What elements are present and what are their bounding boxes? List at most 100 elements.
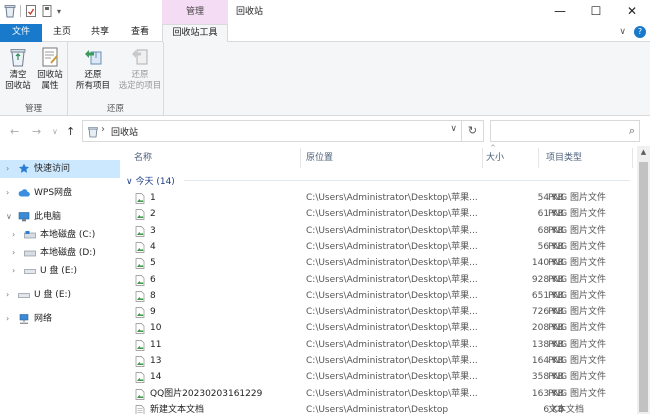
file-type: PNG 图片文件 (548, 290, 606, 301)
column-divider[interactable] (300, 148, 301, 168)
png-file-icon (135, 290, 145, 302)
help-icon[interactable]: ? (634, 26, 646, 38)
png-file-icon (135, 388, 145, 400)
tab-recycle-bin-tools[interactable]: 回收站工具 (162, 24, 228, 43)
computer-icon (18, 212, 30, 222)
expand-icon[interactable]: › (6, 184, 9, 202)
restore-all-label-2: 所有项目 (75, 81, 110, 91)
restore-selected-button[interactable]: 还原 选定的项目 (116, 46, 164, 92)
column-header-type[interactable]: 项目类型 (546, 148, 582, 168)
tab-share[interactable]: 共享 (82, 24, 118, 42)
title-bar: ▾ 管理 回收站 — ☐ ✕ (0, 0, 650, 24)
file-row[interactable]: 8 C:\Users\Administrator\Desktop\苹果... 651… (122, 288, 632, 304)
expand-icon[interactable]: › (12, 244, 15, 262)
tab-view[interactable]: 查看 (122, 24, 158, 42)
file-row[interactable]: 11 C:\Users\Administrator\Desktop\苹果... 13… (122, 337, 632, 353)
usb-drive-icon (24, 269, 36, 274)
recent-locations-button[interactable]: ∨ (52, 127, 58, 136)
group-header-today[interactable]: ∨ 今天 (14) (126, 174, 175, 187)
file-row[interactable]: 6 C:\Users\Administrator\Desktop\苹果... 928… (122, 272, 632, 288)
nav-label-wps-cloud: WPS网盘 (34, 188, 73, 198)
forward-button[interactable]: → (32, 125, 41, 138)
file-row[interactable]: 新建文本文档 C:\Users\Administrator\Desktop 6 KB… (122, 402, 632, 414)
back-button[interactable]: ← (10, 125, 19, 138)
file-original-location: C:\Users\Administrator\Desktop\苹果... (306, 274, 478, 285)
nav-item-drive-d[interactable]: › 本地磁盘 (D:) (0, 244, 120, 262)
expand-icon[interactable]: › (12, 262, 15, 280)
maximize-button[interactable]: ☐ (578, 0, 614, 24)
file-row[interactable]: 3 C:\Users\Administrator\Desktop\苹果... 68 … (122, 223, 632, 239)
column-header-location[interactable]: 原位置 (306, 148, 333, 168)
collapse-icon[interactable]: ∨ (6, 208, 12, 226)
column-divider[interactable] (538, 148, 539, 168)
nav-item-network[interactable]: › 网络 (0, 310, 120, 328)
recycle-bin-properties-button[interactable]: 回收站 属性 (34, 46, 66, 92)
search-icon: ⌕ (628, 124, 635, 137)
search-input[interactable]: ⌕ (490, 120, 640, 142)
sort-indicator-icon: ^ (490, 144, 496, 152)
up-button[interactable]: ↑ (66, 125, 75, 138)
vertical-scrollbar[interactable]: ▲ (637, 146, 650, 414)
png-file-icon (135, 209, 145, 221)
file-name: 14 (150, 372, 162, 383)
expand-icon[interactable]: › (6, 310, 9, 328)
ribbon-group-manage-label: 管理 (24, 104, 42, 114)
file-row[interactable]: 14 C:\Users\Administrator\Desktop\苹果... 35… (122, 369, 632, 385)
properties-label-2: 属性 (41, 81, 59, 91)
png-file-icon (135, 274, 145, 286)
minimize-button[interactable]: — (542, 0, 578, 24)
file-name: 1 (150, 193, 156, 203)
file-row[interactable]: 4 C:\Users\Administrator\Desktop\苹果... 56 … (122, 239, 632, 255)
file-type: PNG 图片文件 (548, 258, 606, 269)
file-row[interactable]: 10 C:\Users\Administrator\Desktop\苹果... 20… (122, 320, 632, 336)
column-divider[interactable] (482, 148, 483, 168)
file-type: PNG 图片文件 (548, 372, 606, 383)
file-original-location: C:\Users\Administrator\Desktop\苹果... (306, 193, 478, 203)
file-row[interactable]: 5 C:\Users\Administrator\Desktop\苹果... 140… (122, 255, 632, 271)
column-header-name[interactable]: 名称 (134, 148, 152, 168)
nav-label-this-pc: 此电脑 (34, 212, 62, 222)
file-name: 6 (150, 274, 156, 285)
nav-item-quick-access[interactable]: › 快速访问 (0, 160, 120, 178)
nav-item-drive-c[interactable]: › 本地磁盘 (C:) (0, 226, 120, 244)
file-row[interactable]: QQ图片20230203161229 C:\Users\Administrator… (122, 386, 632, 402)
properties-icon[interactable] (25, 4, 37, 18)
file-row[interactable]: 2 C:\Users\Administrator\Desktop\苹果... 61 … (122, 206, 632, 222)
scroll-up-button[interactable]: ▲ (637, 146, 650, 159)
file-name: 新建文本文档 (150, 404, 205, 414)
tab-file[interactable]: 文件 (0, 24, 42, 42)
customize-toolbar-icon[interactable]: ▾ (57, 7, 61, 16)
expand-icon[interactable]: › (6, 286, 9, 304)
close-button[interactable]: ✕ (614, 0, 650, 24)
column-divider[interactable] (632, 148, 633, 168)
restore-all-button[interactable]: 还原 所有项目 (72, 46, 114, 92)
png-file-icon (135, 307, 145, 318)
file-name: 4 (150, 241, 156, 252)
nav-item-wps-cloud[interactable]: › WPS网盘 (0, 184, 120, 202)
refresh-button[interactable]: ↻ (461, 121, 483, 141)
address-dropdown-icon[interactable]: ∨ (450, 124, 457, 134)
group-collapse-icon[interactable]: ∨ (126, 177, 133, 187)
restore-all-icon (85, 50, 102, 65)
new-folder-icon[interactable] (41, 4, 53, 18)
ribbon-group-restore-label: 还原 (106, 104, 124, 114)
scrollbar-thumb[interactable] (639, 162, 648, 412)
tab-home[interactable]: 主页 (44, 24, 80, 42)
nav-label-drive-c: 本地磁盘 (C:) (40, 230, 96, 240)
expand-icon[interactable]: › (12, 226, 15, 244)
expand-icon[interactable]: › (6, 160, 9, 178)
breadcrumb-separator[interactable]: › (101, 124, 105, 135)
nav-item-this-pc[interactable]: ∨ 此电脑 (0, 208, 120, 226)
file-row[interactable]: 13 C:\Users\Administrator\Desktop\苹果... 16… (122, 353, 632, 369)
breadcrumb-recycle-bin[interactable]: 回收站 (111, 125, 138, 138)
collapse-ribbon-icon[interactable]: ∨ (619, 27, 626, 37)
nav-label-usb-e: U 盘 (E:) (34, 290, 72, 300)
file-type: PNG 图片文件 (548, 323, 606, 334)
address-bar[interactable]: › 回收站 ∨ ↻ (82, 120, 484, 142)
file-row[interactable]: 1 C:\Users\Administrator\Desktop\苹果... 54 … (122, 190, 632, 206)
ribbon-tabs: 文件 主页 共享 查看 回收站工具 ∨ ? (0, 24, 650, 43)
file-row[interactable]: 9 C:\Users\Administrator\Desktop\苹果... 726… (122, 304, 632, 320)
empty-recycle-bin-button[interactable]: 清空 回收站 (3, 46, 33, 92)
nav-item-usb-e[interactable]: › U 盘 (E:) (0, 286, 120, 304)
nav-item-usb-e-child[interactable]: › U 盘 (E:) (0, 262, 120, 280)
